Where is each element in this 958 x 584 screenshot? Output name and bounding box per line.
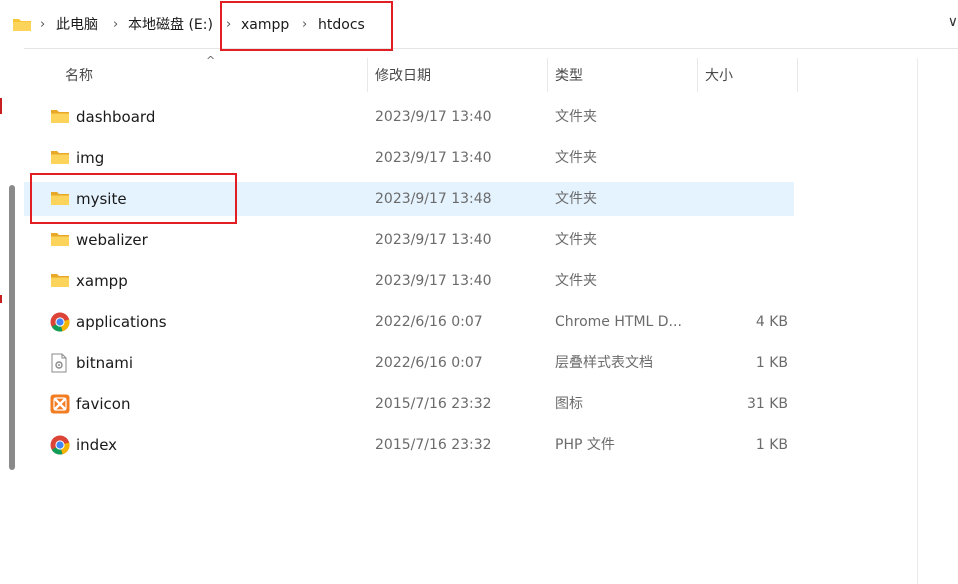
annotation-mark: [0, 98, 2, 114]
column-header-modified[interactable]: 修改日期: [375, 66, 431, 86]
file-size: 1 KB: [755, 437, 788, 453]
file-name: favicon: [76, 395, 131, 413]
column-divider[interactable]: [367, 58, 368, 92]
highlight-box-mysite: [30, 173, 237, 224]
folder-icon: [50, 148, 70, 168]
file-modified: 2023/9/17 13:40: [375, 273, 492, 289]
chevron-right-icon: ›: [40, 17, 46, 32]
file-row-xampp[interactable]: xampp 2023/9/17 13:40 文件夹: [24, 264, 794, 298]
file-type: 文件夹: [555, 109, 597, 125]
chrome-icon: [50, 312, 70, 332]
file-size: 4 KB: [755, 314, 788, 330]
address-bar[interactable]: › 此电脑 › 本地磁盘 (E:) › xampp › htdocs ∨: [0, 0, 958, 49]
file-modified: 2023/9/17 13:40: [375, 109, 492, 125]
column-divider[interactable]: [797, 58, 798, 92]
chrome-icon: [50, 435, 70, 455]
file-row-bitnami[interactable]: bitnami 2022/6/16 0:07 层叠样式表文档 1 KB: [24, 346, 794, 380]
highlight-box-path: [220, 1, 393, 51]
file-type: 文件夹: [555, 232, 597, 248]
file-name: img: [76, 149, 105, 167]
file-name: dashboard: [76, 108, 156, 126]
file-row-index[interactable]: index 2015/7/16 23:32 PHP 文件 1 KB: [24, 428, 794, 462]
file-modified: 2023/9/17 13:40: [375, 232, 492, 248]
column-header-name[interactable]: 名称: [65, 66, 93, 86]
column-header-size[interactable]: 大小: [705, 66, 733, 86]
folder-icon: [13, 19, 31, 31]
file-row-webalizer[interactable]: webalizer 2023/9/17 13:40 文件夹: [24, 223, 794, 257]
file-row-favicon[interactable]: favicon 2015/7/16 23:32 图标 31 KB: [24, 387, 794, 421]
file-type: 图标: [555, 396, 583, 412]
file-modified: 2023/9/17 13:48: [375, 191, 492, 207]
pane-divider: [917, 58, 918, 584]
file-modified: 2015/7/16 23:32: [375, 437, 492, 453]
column-header-type[interactable]: 类型: [555, 66, 583, 86]
file-type: 层叠样式表文档: [555, 355, 653, 371]
file-name: index: [76, 436, 118, 454]
file-type: PHP 文件: [555, 437, 615, 453]
file-type: 文件夹: [555, 191, 597, 207]
annotation-mark: [0, 295, 2, 303]
breadcrumb-this-pc[interactable]: 此电脑: [56, 15, 98, 35]
file-type: 文件夹: [555, 150, 597, 166]
file-modified: 2023/9/17 13:40: [375, 150, 492, 166]
column-divider[interactable]: [547, 58, 548, 92]
file-modified: 2022/6/16 0:07: [375, 314, 483, 330]
column-divider[interactable]: [697, 58, 698, 92]
file-name: bitnami: [76, 354, 134, 372]
folder-icon: [50, 230, 70, 250]
file-size: 1 KB: [755, 355, 788, 371]
sort-ascending-icon: ^: [206, 54, 216, 67]
breadcrumb-drive-e[interactable]: 本地磁盘 (E:): [128, 15, 213, 35]
file-modified: 2022/6/16 0:07: [375, 355, 483, 371]
file-row-img[interactable]: img 2023/9/17 13:40 文件夹: [24, 141, 794, 175]
file-type: Chrome HTML D...: [555, 314, 682, 330]
chevron-down-icon[interactable]: ∨: [948, 14, 958, 30]
xampp-icon: [50, 394, 70, 414]
file-row-applications[interactable]: applications 2022/6/16 0:07 Chrome HTML D.…: [24, 305, 794, 339]
file-type: 文件夹: [555, 273, 597, 289]
folder-icon: [50, 107, 70, 127]
folder-icon: [50, 271, 70, 291]
css-document-icon: [50, 353, 70, 373]
file-modified: 2015/7/16 23:32: [375, 396, 492, 412]
file-size: 31 KB: [746, 396, 788, 412]
file-name: webalizer: [76, 231, 148, 249]
file-row-dashboard[interactable]: dashboard 2023/9/17 13:40 文件夹: [24, 100, 794, 134]
file-name: applications: [76, 313, 167, 331]
scrollbar-thumb[interactable]: [9, 185, 15, 470]
file-name: xampp: [76, 272, 128, 290]
chevron-right-icon: ›: [113, 17, 119, 32]
